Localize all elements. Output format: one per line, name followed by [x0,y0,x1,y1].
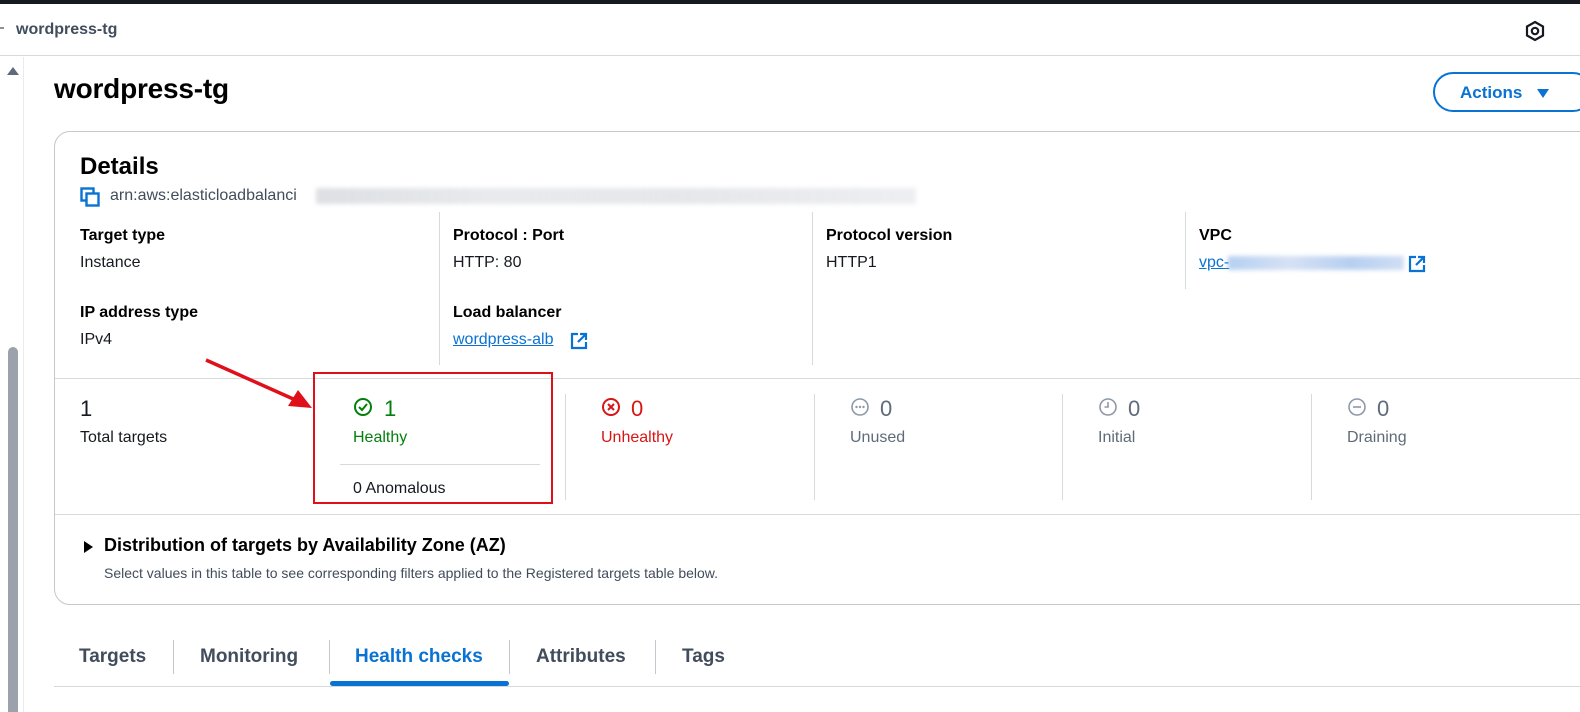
draining-label: Draining [1347,429,1407,446]
section-divider [55,514,1580,515]
vpc-id-redacted [1228,256,1404,270]
stat-divider [565,394,566,500]
status-stopped-icon [1348,398,1366,416]
stat-divider [814,394,815,500]
external-link-icon[interactable] [1408,255,1426,273]
copy-icon[interactable] [80,187,100,207]
status-pending-clock-icon [1099,398,1117,416]
unhealthy-label: Unhealthy [601,429,674,446]
annotation-highlight-box [313,372,553,504]
initial-count[interactable]: 0 [1128,396,1140,422]
distribution-description: Select values in this table to see corre… [104,565,719,581]
protocol-port-value: HTTP: 80 [453,254,522,271]
stat-divider [1311,394,1312,500]
scrollbar-thumb[interactable] [8,347,18,712]
breadcrumb-separator [0,27,4,29]
annotation-arrow-icon [205,358,312,408]
active-tab-indicator [330,681,509,686]
vpc-label: VPC [1199,227,1232,244]
scroll-up-arrow-icon[interactable] [7,67,19,75]
total-targets-count: 1 [80,396,93,421]
tab-attributes[interactable]: Attributes [536,646,626,668]
tab-separator [509,640,510,674]
load-balancer-label: Load balancer [453,304,562,321]
actions-button-label: Actions [1460,83,1523,102]
tab-tags[interactable]: Tags [682,646,725,668]
column-divider [1185,212,1186,289]
stat-divider [1062,394,1063,500]
tab-health-checks[interactable]: Health checks [355,646,483,668]
target-type-value: Instance [80,254,141,271]
column-divider [812,212,813,365]
tab-separator [173,640,174,674]
arn-redacted [316,188,916,204]
status-negative-icon [602,398,620,416]
page-header: wordpress-tg [0,4,1580,56]
tab-separator [329,640,330,674]
ip-address-type-label: IP address type [80,304,198,321]
ip-address-type-value: IPv4 [80,331,113,348]
tabs-baseline [54,686,1580,687]
column-divider [439,212,440,365]
caret-right-icon[interactable] [84,541,93,553]
tab-separator [655,640,656,674]
target-type-label: Target type [80,227,166,244]
protocol-version-value: HTTP1 [826,254,877,271]
actions-dropdown-button[interactable]: Actions [1433,72,1580,112]
tab-monitoring[interactable]: Monitoring [200,646,298,668]
hexagon-settings-icon[interactable] [1524,20,1546,42]
vertical-scrollbar[interactable] [0,57,24,712]
caret-down-icon [1537,89,1549,98]
external-link-icon[interactable] [570,332,588,350]
tab-targets[interactable]: Targets [79,646,146,668]
unused-count[interactable]: 0 [880,396,892,422]
initial-label: Initial [1098,429,1136,446]
protocol-port-label: Protocol : Port [453,227,565,244]
breadcrumb-current[interactable]: wordpress-tg [16,21,117,39]
details-heading: Details [80,153,159,180]
status-unused-icon [851,398,869,416]
unused-label: Unused [850,429,906,446]
distribution-expander-title[interactable]: Distribution of targets by Availability … [104,535,506,556]
draining-count[interactable]: 0 [1377,396,1389,422]
arn-text: arn:aws:elasticloadbalanci [110,187,297,204]
unhealthy-count[interactable]: 0 [631,396,643,422]
protocol-version-label: Protocol version [826,227,953,244]
load-balancer-link[interactable]: wordpress-alb [453,331,553,349]
total-targets-label: Total targets [80,429,168,446]
page-title: wordpress-tg [54,73,229,104]
